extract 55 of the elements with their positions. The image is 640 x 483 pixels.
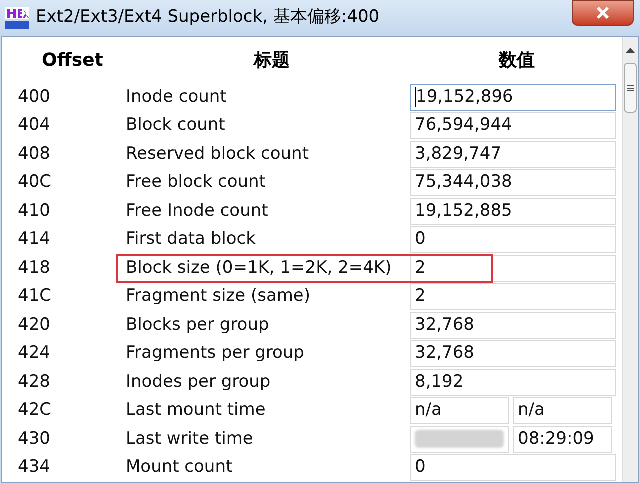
offset-cell-text: 41C	[17, 285, 53, 308]
value-field[interactable]: n/a	[513, 397, 612, 424]
scrollbar[interactable]	[622, 37, 638, 482]
field-label: Free block count	[126, 171, 266, 194]
offset-cell-text: 420	[17, 314, 52, 336]
offset-cell-text: 40C	[17, 171, 53, 194]
value-field[interactable]: 0	[410, 454, 616, 482]
field-label: Fragment size (same)	[126, 285, 311, 308]
offset-cell-text: 42C	[17, 399, 53, 422]
scroll-up-icon	[626, 47, 635, 53]
offset-cell-text: 424	[17, 342, 52, 365]
column-header: Offset	[41, 48, 102, 72]
value-field[interactable]	[410, 426, 509, 453]
field-label: Inodes per group	[126, 370, 271, 394]
value-field[interactable]: 32,768	[410, 312, 616, 339]
value-field[interactable]: 08:29:09	[513, 426, 612, 453]
field-label: Fragments per group	[126, 342, 304, 365]
value-field[interactable]: 2	[410, 254, 616, 282]
offset-cell-text: 410	[17, 200, 52, 222]
offset-cell-text: 408	[17, 142, 52, 166]
column-header: 标题	[252, 48, 291, 72]
column-header: 数值	[498, 48, 536, 72]
grip-icon	[627, 84, 634, 92]
value-field[interactable]: 19,152,896	[410, 84, 616, 111]
app-logo-icon	[4, 5, 30, 31]
field-label: Blocks per group	[126, 314, 270, 336]
field-label: Mount count	[126, 456, 233, 479]
close-button[interactable]	[572, 0, 634, 26]
offset-cell-text: 400	[17, 86, 52, 108]
offset-cell-text: 404	[17, 114, 52, 137]
offset-cell-text: 430	[17, 428, 52, 450]
field-label: Block size (0=1K, 1=2K, 2=4K)	[126, 256, 392, 280]
field-label: Reserved block count	[126, 142, 309, 166]
offset-cell-text: 434	[17, 456, 52, 479]
offset-cell-text: 418	[17, 256, 52, 280]
value-field[interactable]: 19,152,885	[410, 198, 616, 225]
field-label: First data block	[126, 228, 256, 251]
value-field[interactable]: 32,768	[410, 340, 616, 368]
value-field[interactable]: 76,594,944	[410, 112, 616, 140]
field-label: Block count	[126, 114, 226, 137]
field-label: Free Inode count	[126, 200, 268, 222]
close-icon	[596, 6, 610, 20]
value-field[interactable]: 0	[410, 226, 616, 254]
value-field[interactable]: 3,829,747	[410, 140, 616, 168]
scroll-thumb[interactable]	[624, 63, 637, 113]
field-label: Last write time	[126, 428, 254, 450]
window-title: Ext2/Ext3/Ext4 Superblock, 基本偏移:400	[36, 6, 380, 30]
field-label: Last mount time	[126, 399, 266, 422]
offset-cell-text: 428	[17, 370, 52, 394]
field-label: Inode count	[126, 86, 227, 108]
value-field[interactable]: 8,192	[410, 368, 616, 396]
value-field[interactable]: n/a	[410, 397, 509, 424]
offset-cell-text: 414	[17, 228, 52, 251]
value-field[interactable]: 75,344,038	[410, 169, 616, 196]
value-field[interactable]: 2	[410, 283, 616, 310]
